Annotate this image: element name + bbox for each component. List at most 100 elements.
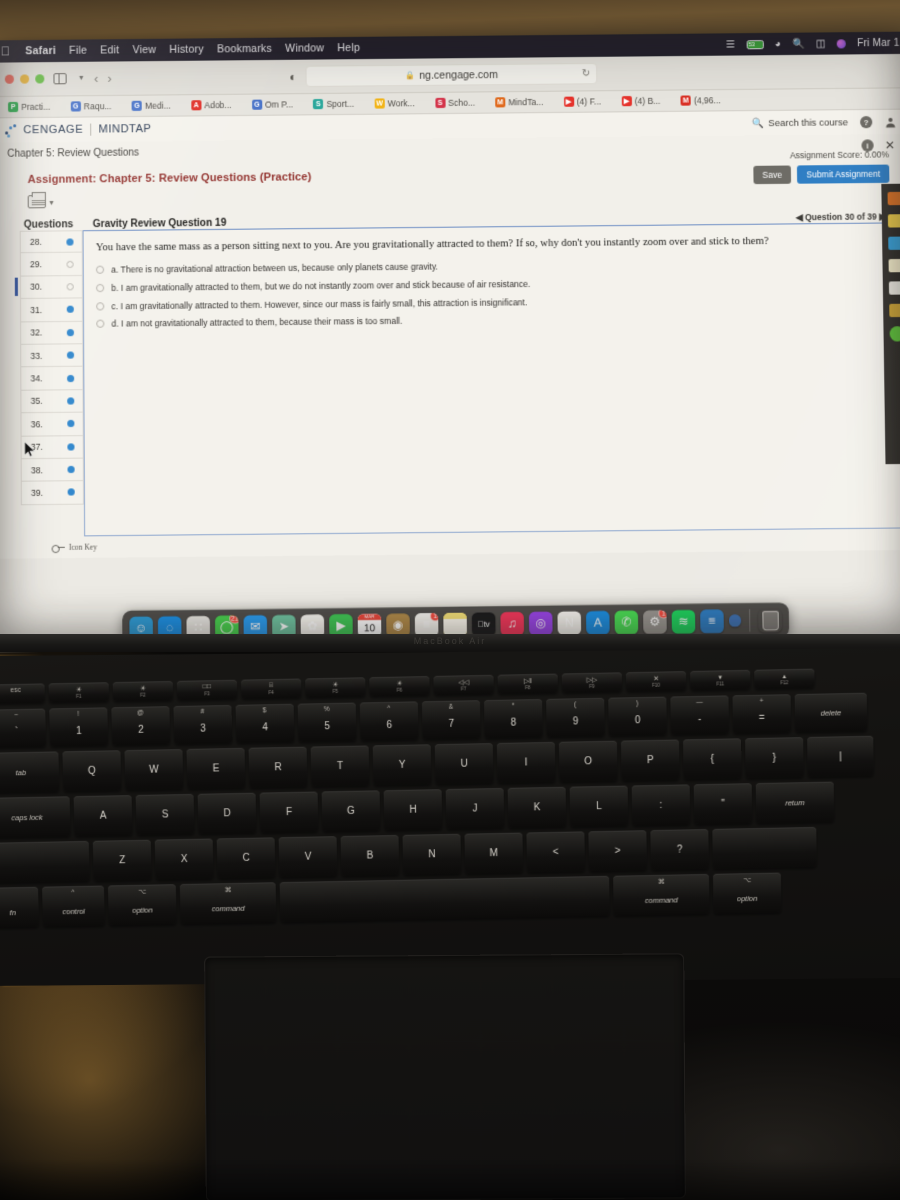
breadcrumb[interactable]: Chapter 5: Review Questions — [7, 147, 139, 159]
key-x[interactable]: X — [155, 839, 214, 880]
key-F4[interactable]: ⌸ F4 — [241, 678, 302, 698]
music-icon[interactable]: ♫ — [500, 611, 524, 635]
key-v[interactable]: V — [279, 836, 338, 877]
key-F12[interactable]: ▴ F12 — [754, 669, 814, 689]
answer-radio-button[interactable] — [96, 284, 104, 292]
key-2[interactable]: @2 — [111, 706, 170, 745]
spotify-icon[interactable]: ≋ — [672, 609, 696, 633]
key-space[interactable] — [280, 876, 610, 922]
key-3[interactable]: #3 — [173, 705, 232, 744]
key-i[interactable]: I — [497, 742, 556, 783]
back-chevron-icon[interactable]: ‹ — [94, 71, 98, 86]
key-delete[interactable]: delete — [795, 693, 868, 733]
key-m[interactable]: M — [464, 833, 523, 874]
green-contact-icon[interactable] — [889, 326, 900, 341]
key-t[interactable]: T — [311, 745, 370, 786]
menu-item-bookmarks[interactable]: Bookmarks — [217, 43, 272, 56]
paper-note-icon[interactable] — [888, 281, 900, 294]
menu-item-file[interactable]: File — [69, 45, 87, 57]
key-F3[interactable]: □□ F3 — [177, 680, 238, 700]
key-F8[interactable]: ▷‖ F8 — [498, 674, 558, 694]
key-option[interactable]: ⌥ option — [713, 873, 781, 914]
key-F7[interactable]: ◁◁ F7 — [433, 675, 493, 695]
cengage-logo[interactable]: CENGAGE — [5, 124, 83, 137]
question-list-item[interactable]: 39. — [21, 481, 84, 505]
account-avatar-icon[interactable] — [884, 116, 896, 128]
question-list-item[interactable]: 29. — [20, 253, 83, 276]
screen-mirroring-icon[interactable]: ◫ — [816, 38, 826, 49]
key-esc[interactable]: esc — [0, 683, 45, 703]
bookmark-item[interactable]: ▶ (4) F... — [554, 96, 610, 107]
trash-icon[interactable] — [758, 608, 782, 632]
bookmark-item[interactable]: G Om P... — [243, 99, 303, 110]
bookmark-item[interactable]: M (4,96... — [672, 95, 730, 106]
key-h[interactable]: H — [384, 789, 443, 830]
key-fn[interactable]: fn — [0, 887, 39, 928]
submit-assignment-button[interactable]: Submit Assignment — [797, 165, 889, 184]
key-{[interactable]: { — [683, 738, 742, 779]
key-=[interactable]: + = — [732, 694, 791, 733]
key-4[interactable]: $4 — [236, 704, 295, 743]
question-list-item[interactable]: 31. — [20, 299, 83, 322]
key-caps-lock[interactable]: caps lock — [0, 796, 71, 838]
menu-item-window[interactable]: Window — [285, 42, 324, 55]
key-F1[interactable]: ☀ F1 — [49, 682, 110, 702]
chevron-down-icon[interactable]: ▼ — [78, 75, 85, 82]
key-command[interactable]: ⌘ command — [180, 882, 277, 924]
key-F11[interactable]: ▾ F11 — [690, 670, 750, 690]
key-5[interactable]: % 5 — [298, 703, 357, 742]
key-k[interactable]: K — [508, 787, 567, 828]
system-settings-icon[interactable]: ⚙ 1 — [643, 610, 667, 634]
sidebar-icon[interactable] — [53, 73, 66, 84]
minimize-window-button[interactable] — [20, 74, 29, 83]
key-7[interactable]: & 7 — [422, 700, 481, 739]
bluedoc-icon[interactable]: ≡ — [700, 609, 724, 633]
question-list-item[interactable]: 33. — [20, 344, 83, 367]
key-tab[interactable]: tab — [0, 751, 59, 793]
question-list-item[interactable]: 32. — [20, 321, 83, 344]
key-control[interactable]: ^ control — [42, 886, 105, 927]
control-center-icon[interactable]: ☰ — [726, 39, 735, 50]
spotlight-search-icon[interactable]: 🔍 — [792, 38, 805, 49]
key-d[interactable]: D — [198, 793, 257, 834]
zoom-window-button[interactable] — [35, 74, 44, 83]
close-window-button[interactable] — [5, 75, 14, 84]
podcasts-icon[interactable]: ◎ — [529, 611, 553, 635]
question-list-item[interactable]: 30. — [20, 276, 83, 299]
wifi-icon[interactable]: ◕ — [775, 38, 781, 49]
key-z[interactable]: Z — [93, 840, 152, 881]
answer-radio-button[interactable] — [96, 320, 104, 328]
key-l[interactable]: L — [570, 786, 629, 827]
answer-option[interactable]: c. I am gravitationally attracted to the… — [96, 293, 884, 311]
key-<[interactable]: < — [526, 831, 585, 872]
answer-option[interactable]: d. I am not gravitationally attracted to… — [96, 311, 884, 329]
key-shift[interactable] — [0, 841, 90, 883]
key-option[interactable]: ⌥ option — [108, 884, 177, 925]
menu-item-edit[interactable]: Edit — [100, 44, 119, 56]
downloads-stack-icon[interactable] — [729, 614, 741, 626]
address-bar[interactable]: 🔒 ng.cengage.com ↻ — [306, 63, 598, 87]
bookmark-item[interactable]: W Work... — [365, 98, 424, 109]
answer-radio-button[interactable] — [96, 266, 104, 274]
menu-item-help[interactable]: Help — [337, 42, 360, 54]
key-:[interactable]: : — [632, 784, 691, 825]
key-F5[interactable]: ☀ F5 — [305, 677, 366, 697]
key-shift[interactable] — [712, 827, 816, 869]
key-r[interactable]: R — [249, 747, 308, 788]
key-return[interactable]: return — [756, 782, 835, 823]
annotation-tool-rail[interactable] — [881, 184, 900, 464]
save-button[interactable]: Save — [753, 165, 791, 184]
question-list-item[interactable]: 38. — [21, 459, 84, 483]
key-?[interactable]: ? — [650, 829, 709, 870]
prev-arrow-icon[interactable]: ◀ — [796, 212, 803, 222]
key-n[interactable]: N — [402, 834, 461, 875]
key--[interactable]: — - — [670, 695, 729, 734]
menu-item-history[interactable]: History — [169, 43, 204, 55]
battery-icon[interactable]: 53 — [746, 40, 763, 49]
bookmark-item[interactable]: ▶ (4) B... — [612, 96, 669, 107]
question-list-item[interactable]: 36. — [20, 413, 83, 436]
key-0[interactable]: ) 0 — [608, 697, 667, 736]
signature-icon[interactable] — [889, 304, 900, 317]
menu-bar-clock[interactable]: Fri Mar 1 — [857, 37, 899, 49]
siri-icon[interactable] — [837, 39, 846, 48]
